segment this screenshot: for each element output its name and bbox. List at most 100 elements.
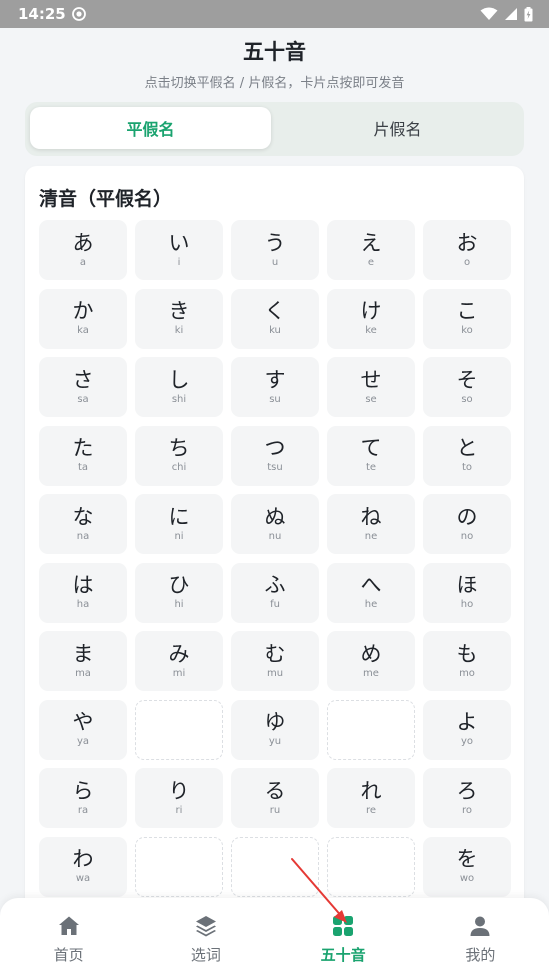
section-title: 清音（平假名）: [39, 188, 173, 210]
kana-romaji: he: [364, 599, 378, 610]
kana-char: つ: [264, 436, 286, 460]
kana-char: て: [360, 436, 382, 460]
kana-cell[interactable]: て te: [327, 425, 415, 486]
kana-romaji: ha: [76, 599, 90, 610]
kana-cell[interactable]: せ se: [327, 357, 415, 417]
kana-romaji: hi: [174, 599, 184, 610]
kana-cell-empty: [231, 836, 319, 897]
kana-type-switch: 平假名 片假名: [25, 102, 524, 156]
kana-cell[interactable]: ふ fu: [231, 562, 319, 623]
kana-cell[interactable]: を wo: [423, 836, 511, 897]
kana-cell[interactable]: な na: [39, 494, 127, 554]
kana-romaji: no: [460, 530, 474, 542]
kana-cell[interactable]: く ku: [231, 288, 319, 349]
kana-cell[interactable]: や ya: [39, 699, 127, 760]
kana-char: か: [72, 299, 94, 323]
kana-cell[interactable]: ち chi: [135, 425, 223, 486]
kana-cell[interactable]: む mu: [231, 631, 319, 691]
grid-icon: [333, 916, 354, 936]
nav-label-home: 首页: [53, 946, 84, 964]
nav-item-words[interactable]: 选词: [137, 898, 274, 976]
kana-cell[interactable]: か ka: [39, 288, 127, 349]
kana-romaji: chi: [171, 462, 187, 473]
kana-cell[interactable]: さ sa: [39, 357, 127, 417]
kana-cell[interactable]: れ re: [327, 768, 415, 828]
kana-char: に: [168, 504, 190, 529]
kana-cell[interactable]: そ so: [423, 357, 511, 417]
kana-romaji: ni: [174, 530, 184, 542]
kana-cell[interactable]: わ wa: [39, 836, 127, 897]
kana-char: ゆ: [264, 710, 286, 734]
kana-cell[interactable]: も mo: [423, 631, 511, 691]
tab-hiragana[interactable]: 平假名: [30, 107, 271, 149]
kana-cell[interactable]: し shi: [135, 357, 223, 417]
kana-romaji: mo: [459, 667, 475, 679]
kana-romaji: te: [365, 462, 377, 473]
kana-cell[interactable]: た ta: [39, 425, 127, 486]
kana-cell[interactable]: あa: [39, 220, 127, 280]
kana-romaji: u: [271, 256, 279, 268]
kana-cell[interactable]: の no: [423, 494, 511, 554]
kana-cell[interactable]: に ni: [135, 494, 223, 554]
kana-romaji: wo: [459, 873, 475, 884]
kana-cell[interactable]: る ru: [231, 768, 319, 828]
kana-cell[interactable]: ぬ nu: [231, 494, 319, 554]
kana-romaji: a: [79, 256, 87, 268]
kana-romaji: ta: [77, 462, 89, 473]
kana-romaji: ri: [175, 804, 183, 816]
kana-char: へ: [360, 573, 382, 597]
kana-cell[interactable]: へ he: [327, 562, 415, 623]
kana-cell[interactable]: うu: [231, 220, 319, 280]
kana-cell[interactable]: め me: [327, 631, 415, 691]
tab-katakana[interactable]: 片假名: [277, 107, 518, 149]
kana-char: む: [264, 641, 286, 666]
kana-grid: あ a い i う u え e お o か ka き ki く ku け ke こ ko さ sa し shi す su せ se そ s…: [39, 220, 511, 897]
kana-char: や: [72, 710, 94, 734]
kana-cell[interactable]: は ha: [39, 562, 127, 623]
kana-cell[interactable]: ま ma: [39, 631, 127, 691]
kana-cell[interactable]: よ yo: [423, 699, 511, 760]
kana-cell[interactable]: ろ ro: [423, 768, 511, 828]
kana-char: い: [168, 230, 190, 255]
kana-cell[interactable]: つ tsu: [231, 425, 319, 486]
kana-char: し: [168, 367, 190, 392]
kana-cell[interactable]: いi: [135, 220, 223, 280]
kana-cell[interactable]: す su: [231, 357, 319, 417]
kana-char: ま: [72, 641, 94, 666]
nav-item-gojuon[interactable]: 五十音: [275, 898, 412, 976]
nav-item-profile[interactable]: 我的: [412, 898, 549, 976]
kana-cell[interactable]: こ ko: [423, 288, 511, 349]
kana-cell[interactable]: み mi: [135, 631, 223, 691]
kana-cell[interactable]: ほ ho: [423, 562, 511, 623]
kana-cell[interactable]: と to: [423, 425, 511, 486]
kana-cell[interactable]: け ke: [327, 288, 415, 349]
kana-romaji: mi: [172, 667, 186, 679]
battery-icon: [524, 6, 533, 21]
kana-cell[interactable]: ゆ yu: [231, 699, 319, 760]
kana-char: な: [72, 504, 94, 529]
wifi-icon: [480, 7, 498, 20]
kana-char: こ: [456, 299, 478, 323]
kana-cell[interactable]: り ri: [135, 768, 223, 828]
kana-romaji: so: [461, 393, 473, 405]
kana-cell-empty: [135, 836, 223, 897]
nav-item-home[interactable]: 首页: [0, 898, 137, 976]
kana-cell[interactable]: ね ne: [327, 494, 415, 554]
kana-romaji: fu: [270, 599, 280, 610]
kana-cell[interactable]: ひ hi: [135, 562, 223, 623]
kana-romaji: yo: [460, 736, 474, 747]
kana-char: わ: [72, 847, 94, 871]
kana-cell[interactable]: えe: [327, 220, 415, 280]
kana-char: あ: [72, 230, 94, 255]
kana-cell-empty: [135, 699, 223, 760]
kana-romaji: ra: [77, 804, 89, 816]
kana-cell[interactable]: き ki: [135, 288, 223, 349]
kana-romaji: ru: [269, 804, 281, 816]
page-title: 五十音: [243, 40, 306, 64]
kana-romaji: su: [269, 393, 281, 405]
kana-char: の: [456, 504, 478, 529]
kana-cell[interactable]: ら ra: [39, 768, 127, 828]
status-left: 14:25: [18, 5, 86, 23]
kana-cell[interactable]: おo: [423, 220, 511, 280]
kana-char: く: [264, 299, 286, 323]
